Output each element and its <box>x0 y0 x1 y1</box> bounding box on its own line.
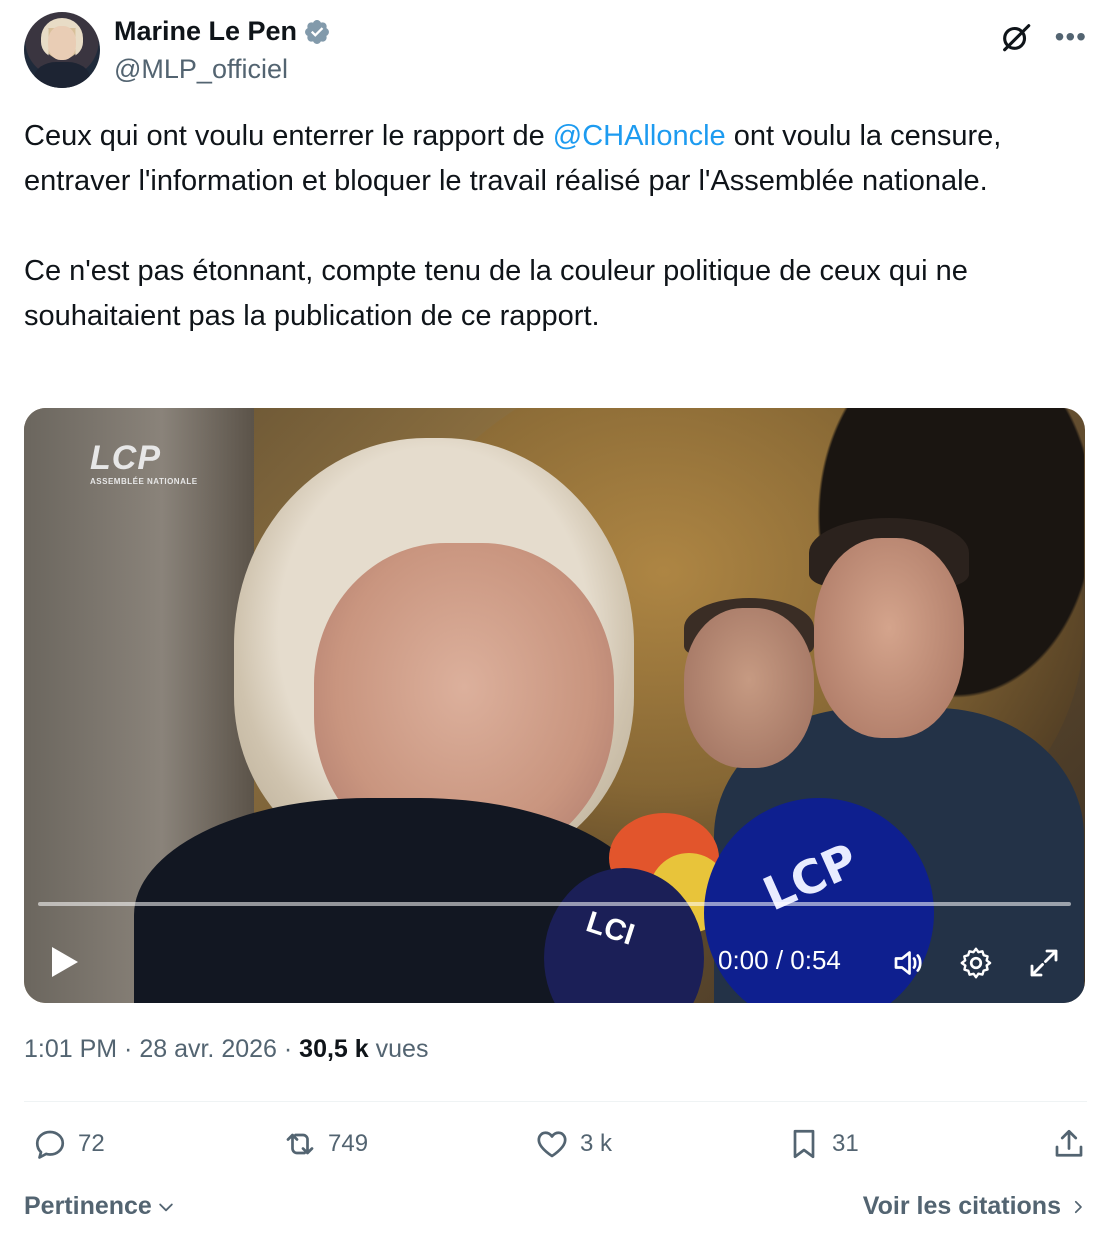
video-progress-bar[interactable] <box>38 902 1071 906</box>
reply-button[interactable]: 72 <box>32 1126 105 1162</box>
microphone-lci-label: LCI <box>582 905 639 952</box>
author-name-row: Marine Le Pen <box>114 16 331 47</box>
channel-logo: LCP ASSEMBLÉE NATIONALE <box>90 441 198 486</box>
like-count: 3 k <box>580 1130 613 1157</box>
meta-separator: · <box>117 1035 140 1063</box>
view-quotes-link[interactable]: Voir les citations <box>863 1192 1087 1221</box>
heart-icon <box>537 1131 567 1158</box>
like-button[interactable]: 3 k <box>534 1126 612 1162</box>
action-bar: 72 749 3 k 31 <box>24 1126 1087 1172</box>
play-icon[interactable] <box>50 945 80 979</box>
video-person-face <box>684 608 814 768</box>
tweet-text: Ceux qui ont voulu enterrer le rapport d… <box>24 114 1084 339</box>
share-icon <box>1055 1129 1083 1157</box>
mention-link[interactable]: @CHAlloncle <box>553 120 726 152</box>
chevron-down-icon <box>159 1203 173 1211</box>
avatar[interactable] <box>24 12 100 88</box>
replies-footer: Pertinence Voir les citations <box>24 1190 1087 1226</box>
video-player[interactable]: LCI LCP LCP ASSEMBLÉE NATIONALE 0:00 / 0… <box>24 408 1085 1003</box>
tweet-meta: 1:01 PM · 28 avr. 2026 · 30,5 k vues <box>24 1035 428 1064</box>
sort-dropdown[interactable]: Pertinence <box>24 1192 176 1221</box>
grok-icon[interactable] <box>999 20 1033 54</box>
microphone-lcp-label: LCP <box>755 832 866 922</box>
repost-count: 749 <box>328 1130 369 1157</box>
fullscreen-icon[interactable] <box>1026 945 1062 981</box>
repost-button[interactable]: 749 <box>282 1126 368 1162</box>
verified-badge-icon <box>305 19 330 44</box>
meta-separator: · <box>276 1035 300 1063</box>
avatar-face <box>48 26 76 60</box>
sort-label: Pertinence <box>24 1192 152 1220</box>
tweet-time[interactable]: 1:01 PM <box>24 1035 117 1063</box>
repost-icon <box>286 1133 314 1155</box>
views-label: vues <box>368 1035 429 1063</box>
author-name[interactable]: Marine Le Pen <box>114 16 297 47</box>
chevron-right-icon <box>1074 1200 1082 1213</box>
bookmark-count: 31 <box>832 1130 859 1157</box>
author-handle[interactable]: @MLP_officiel <box>114 54 288 85</box>
tweet-date[interactable]: 28 avr. 2026 <box>139 1035 277 1063</box>
more-options-icon[interactable]: ••• <box>1055 23 1087 51</box>
header-icons: ••• <box>999 20 1087 54</box>
views-count: 30,5 k <box>299 1035 369 1063</box>
video-time: 0:00 / 0:54 <box>718 945 841 975</box>
avatar-body <box>34 62 90 88</box>
bookmark-button[interactable]: 31 <box>786 1126 859 1162</box>
reply-count: 72 <box>78 1130 105 1157</box>
video-person-face <box>814 538 964 738</box>
tweet-paragraph-2: Ce n'est pas étonnant, compte tenu de la… <box>24 255 968 332</box>
reply-icon <box>35 1130 65 1159</box>
tweet-header: Marine Le Pen @MLP_officiel ••• <box>24 12 1087 92</box>
share-button[interactable] <box>1051 1126 1087 1162</box>
tweet-paragraph-1: Ceux qui ont voulu enterrer le rapport d… <box>24 114 1084 204</box>
volume-icon[interactable] <box>890 945 926 981</box>
channel-logo-text: LCP <box>90 439 161 477</box>
tweet-text-part: Ceux qui ont voulu enterrer le rapport d… <box>24 120 553 152</box>
bookmark-icon <box>793 1129 815 1159</box>
settings-gear-icon[interactable] <box>958 945 994 981</box>
divider <box>24 1101 1087 1102</box>
channel-logo-subtext: ASSEMBLÉE NATIONALE <box>90 477 198 486</box>
quotes-label: Voir les citations <box>862 1192 1061 1220</box>
